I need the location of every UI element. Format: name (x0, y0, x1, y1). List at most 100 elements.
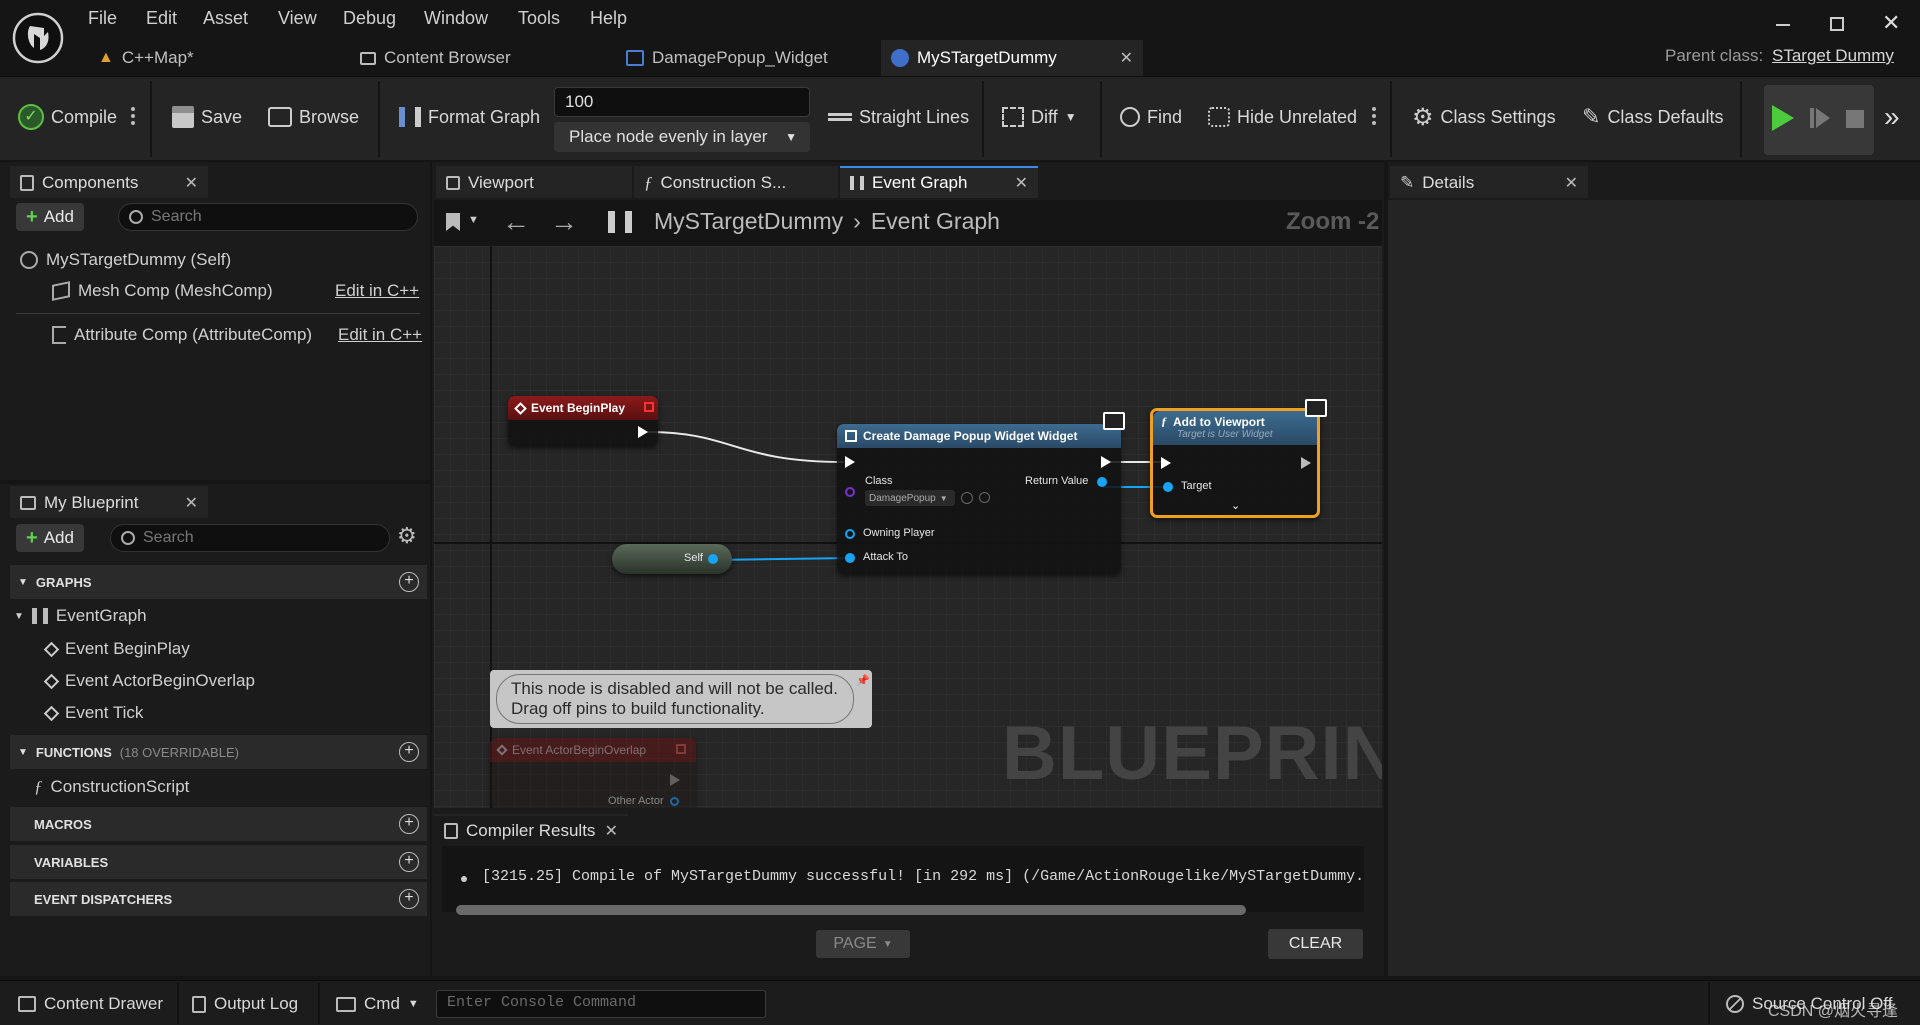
add-variable-icon[interactable]: + (399, 852, 419, 872)
edit-in-cpp-link[interactable]: Edit in C++ (335, 281, 419, 301)
parent-class-link[interactable]: STarget Dummy (1772, 46, 1894, 65)
tab-event-graph[interactable]: Event Graph ✕ (840, 166, 1038, 198)
class-settings-button[interactable]: ⚙ Class Settings (1412, 99, 1556, 135)
breadcrumb-root[interactable]: MySTargetDummy (654, 208, 843, 235)
component-row[interactable]: Mesh Comp (MeshComp) (52, 281, 273, 301)
back-arrow-icon[interactable]: ← (502, 206, 530, 238)
close-icon[interactable]: ✕ (1015, 173, 1028, 193)
event-item[interactable]: Event Tick (43, 703, 143, 723)
event-actorbeginoverlap-node[interactable]: Event ActorBeginOverlap (490, 738, 696, 808)
add-macro-icon[interactable]: + (399, 814, 419, 834)
graphs-category[interactable]: ▼ GRAPHS + (10, 565, 427, 599)
exec-in-pin[interactable] (1161, 457, 1171, 469)
content-drawer-button[interactable]: Content Drawer (18, 991, 163, 1017)
exec-out-pin[interactable] (1301, 457, 1311, 469)
compile-button[interactable]: ✓ Compile (18, 99, 117, 135)
more-options-icon[interactable]: » (1884, 101, 1900, 133)
edit-in-cpp-link[interactable]: Edit in C++ (338, 325, 422, 345)
component-root-row[interactable]: MySTargetDummy (Self) (20, 250, 231, 270)
close-icon[interactable]: ✕ (1120, 48, 1133, 68)
browse-asset-icon[interactable] (961, 492, 973, 504)
exec-out-pin[interactable] (670, 774, 680, 786)
minimize-icon[interactable] (1776, 24, 1790, 26)
components-search-input[interactable]: Search (118, 203, 418, 231)
event-dispatchers-category[interactable]: EVENT DISPATCHERS + (10, 882, 427, 916)
tab-details[interactable]: ✎ Details ✕ (1390, 166, 1588, 198)
functions-category[interactable]: ▼ FUNCTIONS (18 OVERRIDABLE) + (10, 735, 427, 769)
event-graph-item[interactable]: ▼ EventGraph (14, 606, 147, 626)
menu-view[interactable]: View (278, 8, 317, 29)
delegate-pin-icon[interactable] (676, 744, 686, 754)
macros-category[interactable]: MACROS + (10, 807, 427, 841)
menu-debug[interactable]: Debug (343, 8, 396, 29)
exec-in-pin[interactable] (845, 456, 855, 468)
menu-edit[interactable]: Edit (146, 8, 177, 29)
gear-icon[interactable]: ⚙ (397, 523, 417, 549)
browse-button[interactable]: Browse (268, 99, 359, 135)
my-blueprint-search-input[interactable]: Search (110, 524, 390, 552)
exec-out-pin[interactable] (638, 426, 648, 438)
add-function-icon[interactable]: + (399, 742, 419, 762)
class-select[interactable]: DamagePopup ▼ (865, 490, 955, 506)
function-item[interactable]: ƒ ConstructionScript (34, 777, 189, 797)
spacing-input[interactable]: 100 (554, 87, 810, 117)
tab-my-blueprint[interactable]: My Blueprint ✕ (10, 486, 208, 518)
straight-lines-button[interactable]: Straight Lines (828, 99, 969, 135)
tab-compiler-results[interactable]: Compiler Results ✕ (434, 814, 628, 846)
add-graph-icon[interactable]: + (399, 572, 419, 592)
target-pin[interactable] (1163, 482, 1173, 492)
expand-chevron-icon[interactable]: ⌄ (1231, 499, 1240, 512)
maximize-icon[interactable] (1830, 17, 1844, 31)
save-button[interactable]: Save (172, 99, 242, 135)
exec-out-pin[interactable] (1101, 456, 1111, 468)
layout-mode-dropdown[interactable]: Place node evenly in layer ▼ (554, 122, 810, 152)
doc-tab-damage-popup-widget[interactable]: DamagePopup_Widget (616, 40, 838, 76)
hide-unrelated-button[interactable]: Hide Unrelated (1208, 99, 1357, 135)
doc-tab-map[interactable]: ▲ C++Map* (88, 40, 204, 76)
doc-tab-mystargetdummy[interactable]: MySTargetDummy ✕ (881, 40, 1143, 76)
add-dispatcher-icon[interactable]: + (399, 889, 419, 909)
graph-options-icon[interactable] (1372, 107, 1376, 129)
breadcrumb-leaf[interactable]: Event Graph (871, 208, 1000, 235)
close-icon[interactable]: ✕ (185, 173, 198, 193)
tab-construction-script[interactable]: ƒ Construction S... (634, 166, 838, 198)
stop-icon[interactable] (1846, 110, 1864, 128)
add-component-button[interactable]: + Add (16, 203, 84, 231)
class-defaults-button[interactable]: ✎ Class Defaults (1582, 99, 1723, 135)
attack-to-pin[interactable] (845, 553, 855, 563)
close-icon[interactable]: ✕ (185, 493, 198, 513)
delegate-pin-icon[interactable] (644, 402, 654, 412)
component-row[interactable]: Attribute Comp (AttributeComp) (52, 325, 312, 345)
close-icon[interactable]: ✕ (605, 821, 618, 841)
horizontal-scrollbar[interactable] (456, 905, 1246, 915)
class-pin[interactable] (845, 487, 855, 497)
play-icon[interactable] (1772, 105, 1794, 131)
event-item[interactable]: Event ActorBeginOverlap (43, 671, 255, 691)
self-pin[interactable] (708, 554, 718, 564)
return-value-pin[interactable] (1097, 477, 1107, 487)
console-input[interactable]: Enter Console Command (436, 990, 766, 1018)
event-beginplay-node[interactable]: Event BeginPlay (508, 396, 658, 446)
page-dropdown[interactable]: PAGE ▼ (816, 930, 910, 958)
add-to-viewport-node[interactable]: ƒ Add to Viewport Target is User Widget … (1150, 399, 1327, 518)
tab-viewport[interactable]: Viewport (436, 166, 632, 198)
menu-tools[interactable]: Tools (518, 8, 560, 29)
cmd-dropdown[interactable]: Cmd ▼ (336, 991, 419, 1017)
find-button[interactable]: Find (1120, 99, 1182, 135)
diff-button[interactable]: Diff ▼ (1002, 99, 1077, 135)
chevron-down-icon[interactable]: ▼ (468, 214, 479, 226)
menu-file[interactable]: File (88, 8, 117, 29)
close-icon[interactable]: ✕ (1565, 173, 1578, 193)
variables-category[interactable]: VARIABLES + (10, 845, 427, 879)
menu-window[interactable]: Window (424, 8, 488, 29)
menu-asset[interactable]: Asset (203, 8, 248, 29)
other-actor-pin[interactable] (670, 797, 679, 806)
format-graph-button[interactable]: Format Graph (399, 99, 540, 135)
clear-button[interactable]: CLEAR (1268, 929, 1363, 959)
self-node[interactable]: Self (612, 544, 732, 574)
tab-components[interactable]: Components ✕ (10, 166, 208, 198)
step-icon[interactable] (1810, 108, 1814, 128)
pin-icon[interactable]: 📌 (856, 674, 870, 687)
graph-canvas[interactable]: Event BeginPlay Create Damage Popup Widg… (434, 246, 1382, 808)
unreal-logo-icon[interactable] (12, 12, 64, 64)
